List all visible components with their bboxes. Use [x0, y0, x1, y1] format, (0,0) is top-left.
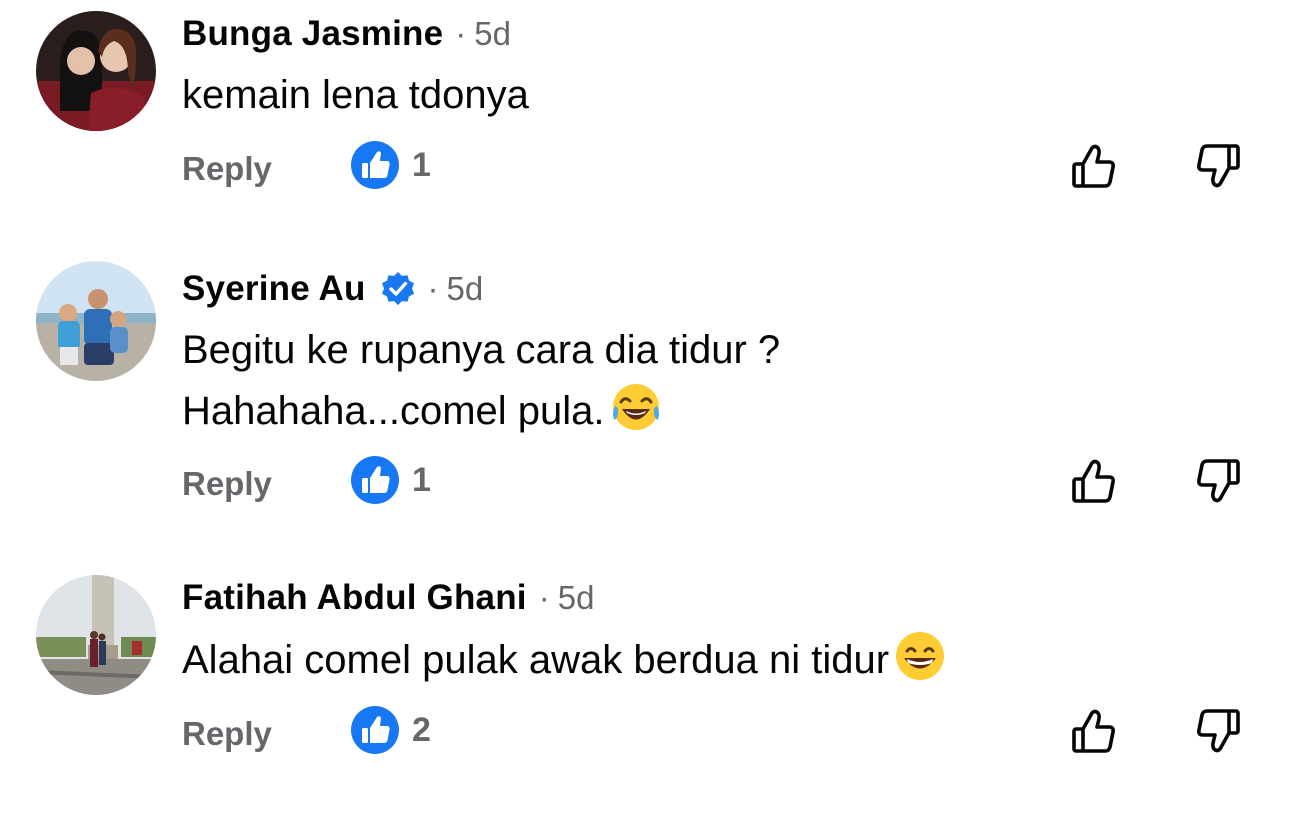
comment-text-content: Begitu ke rupanya cara dia tidur ? Hahah… — [182, 328, 781, 433]
reaction-summary[interactable]: 2 — [350, 705, 431, 755]
separator-dot: · — [538, 579, 550, 616]
thumbs-up-icon[interactable] — [1068, 455, 1120, 507]
timestamp[interactable]: 5d — [558, 579, 595, 617]
like-count: 1 — [412, 460, 431, 499]
avatar[interactable] — [36, 11, 156, 131]
comment-text: Alahai comel pulak awak berdua ni tidur — [182, 629, 947, 690]
comment-text: Begitu ke rupanya cara dia tidur ? Hahah… — [182, 320, 780, 441]
author-name[interactable]: Bunga Jasmine — [182, 14, 443, 54]
thumbs-up-icon[interactable] — [1068, 705, 1120, 757]
comment-header: Fatihah Abdul Ghani · 5d — [182, 578, 594, 618]
comment-text-content: Alahai comel pulak awak berdua ni tidur — [182, 638, 890, 682]
comment-header: Syerine Au · 5d — [182, 269, 483, 309]
avatar[interactable] — [36, 575, 156, 695]
thumbs-up-icon[interactable] — [1068, 140, 1120, 192]
reaction-summary[interactable]: 1 — [350, 455, 431, 505]
like-reaction-icon — [351, 141, 399, 189]
like-reaction-icon — [351, 456, 399, 504]
separator-dot: · — [455, 15, 467, 52]
comment-text: kemain lena tdonya — [182, 73, 529, 117]
reply-button[interactable]: Reply — [182, 465, 272, 503]
timestamp[interactable]: 5d — [447, 270, 484, 308]
thumbs-down-icon[interactable] — [1192, 140, 1244, 192]
comment-actions: Reply 1 — [0, 140, 1290, 200]
separator-dot: · — [427, 270, 439, 307]
reply-button[interactable]: Reply — [182, 715, 272, 753]
comment-header: Bunga Jasmine · 5d — [182, 14, 511, 54]
like-count: 2 — [412, 710, 431, 749]
comment-actions: Reply 1 — [0, 455, 1290, 515]
like-reaction-icon — [351, 706, 399, 754]
like-count: 1 — [412, 145, 431, 184]
verified-badge-icon — [381, 272, 414, 305]
reaction-summary[interactable]: 1 — [350, 140, 431, 190]
author-name[interactable]: Fatihah Abdul Ghani — [182, 578, 527, 618]
reply-button[interactable]: Reply — [182, 150, 272, 188]
thumbs-down-icon[interactable] — [1192, 455, 1244, 507]
face-with-tears-of-joy-icon — [609, 380, 663, 434]
avatar[interactable] — [36, 261, 156, 381]
author-name[interactable]: Syerine Au — [182, 269, 366, 309]
comment-actions: Reply 2 — [0, 705, 1290, 765]
timestamp[interactable]: 5d — [474, 15, 511, 53]
grinning-face-with-smiling-eyes-icon — [893, 629, 947, 683]
thumbs-down-icon[interactable] — [1192, 705, 1244, 757]
